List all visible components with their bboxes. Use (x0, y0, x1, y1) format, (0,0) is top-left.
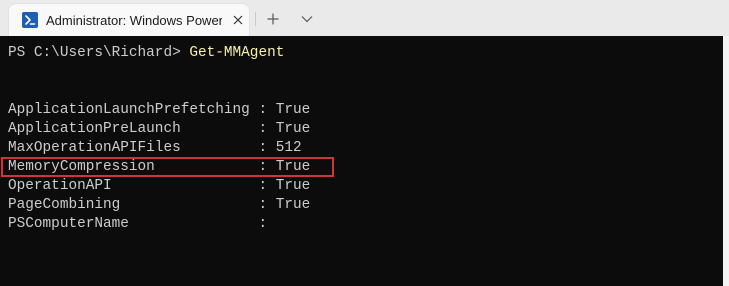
output-row: OperationAPI : True (8, 177, 310, 196)
separator: : (249, 197, 276, 213)
separator: : (249, 121, 276, 137)
terminal-window: Administrator: Windows PowerShell PS C:\… (0, 0, 729, 286)
window-edge (723, 36, 729, 286)
new-tab-button[interactable] (262, 8, 284, 30)
output-row: PageCombining : True (8, 196, 310, 215)
separator: : (249, 216, 276, 232)
separator: : (249, 140, 276, 156)
property-name: ApplicationLaunchPrefetching (8, 102, 250, 118)
separator: : (249, 178, 276, 194)
terminal-output[interactable]: PS C:\Users\Richard> Get-MMAgent Applica… (0, 36, 723, 286)
property-name: OperationAPI (8, 178, 250, 194)
property-name: ApplicationPreLaunch (8, 121, 250, 137)
output-row: MaxOperationAPIFiles : 512 (8, 139, 302, 158)
separator: : (249, 102, 276, 118)
powershell-icon (22, 12, 38, 28)
property-name: PageCombining (8, 197, 250, 213)
plus-icon (267, 13, 279, 25)
tab-powershell[interactable]: Administrator: Windows PowerShell (9, 4, 249, 36)
output-row: ApplicationPreLaunch : True (8, 120, 310, 139)
prompt-text: PS C:\Users\Richard> (8, 45, 190, 61)
tab-bar: Administrator: Windows PowerShell (0, 0, 729, 36)
property-value: True (275, 178, 311, 194)
output-row: PSComputerName : (8, 215, 276, 234)
tab-divider (255, 12, 256, 26)
highlight-box (1, 157, 334, 177)
command-text: Get-MMAgent (189, 45, 285, 61)
prompt-line: PS C:\Users\Richard> Get-MMAgent (8, 44, 284, 63)
property-name: PSComputerName (8, 216, 250, 232)
property-value: True (275, 102, 311, 118)
property-value: True (275, 197, 311, 213)
property-name: MaxOperationAPIFiles (8, 140, 250, 156)
profile-dropdown-button[interactable] (296, 8, 318, 30)
chevron-down-icon (301, 16, 313, 23)
close-icon[interactable] (230, 12, 246, 28)
property-value: 512 (275, 140, 302, 156)
output-row: ApplicationLaunchPrefetching : True (8, 101, 310, 120)
property-value: True (275, 121, 311, 137)
tab-title: Administrator: Windows PowerShell (46, 13, 222, 28)
